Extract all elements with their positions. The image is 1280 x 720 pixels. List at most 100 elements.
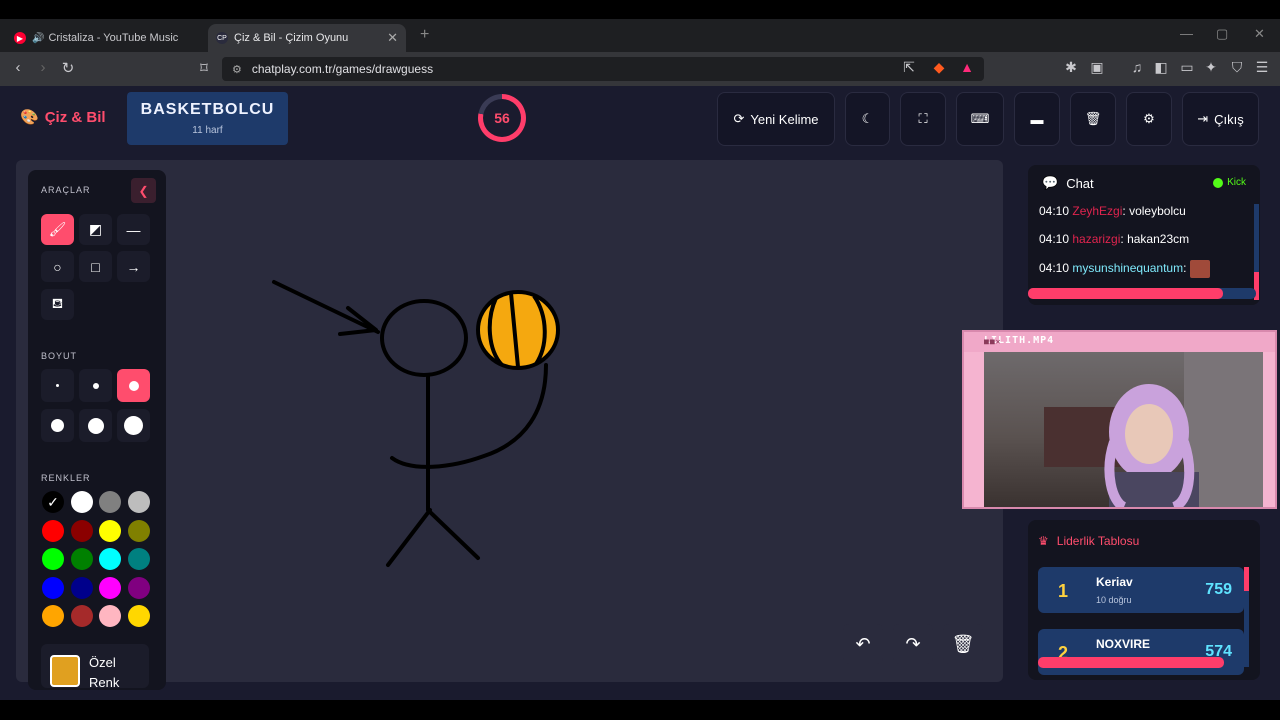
undo-icon: ↶ [855,633,871,654]
message-time: 04:10 [1039,232,1070,246]
custom-color-label: Özel Renk [89,655,120,690]
drawing-canvas[interactable] [166,160,1002,682]
exit-icon: ⇥ [1197,111,1209,126]
current-word: BASKETBOLCU [140,101,275,118]
leo-icon[interactable]: ✦ [1202,59,1220,76]
color-swatch[interactable] [42,576,64,599]
extensions-icon[interactable]: ✱ [1062,59,1080,76]
custom-color-picker[interactable]: Özel Renk [41,644,149,690]
vpn-icon[interactable]: ⛉ [1228,59,1246,76]
size-dot [124,416,143,435]
app-logo[interactable]: 🎨 Çiz & Bil [20,108,106,127]
color-swatch[interactable]: ✓ [42,491,64,513]
color-swatch[interactable] [99,548,121,570]
drawn-basketball [476,290,560,370]
exit-button[interactable]: ⇥ Çıkış [1182,92,1259,146]
arrow-tool[interactable]: → [117,251,150,282]
minimize-icon[interactable]: — [1180,26,1193,41]
undo-button[interactable]: ↶ [843,624,883,664]
color-swatch[interactable] [99,576,121,599]
trash-icon: 🗑 [951,633,975,654]
color-swatch[interactable] [42,519,64,542]
trash-button[interactable]: 🗑 [1070,92,1116,146]
back-icon[interactable]: ‹ [8,59,28,76]
points: 759 [1205,581,1232,598]
size-option-2[interactable] [79,369,112,402]
close-tab-icon[interactable]: ✕ [387,30,398,46]
message-user: hazarizgi [1072,232,1121,246]
size-section-title: BOYUT [41,351,78,361]
leaderboard-row[interactable]: 1 Keriav 10 doğru 759 [1038,567,1244,613]
size-dot [128,380,139,391]
chat-message: 04:10 hazarizgi: hakan23cm [1039,232,1190,246]
new-word-button[interactable]: ⟳ Yeni Kelime [717,92,835,146]
screenshot-icon[interactable]: ▣ [1088,59,1106,76]
sidebar-icon[interactable]: ◧ [1152,59,1170,76]
url-bar[interactable]: ⚙ chatplay.com.tr/games/drawguess [222,57,984,81]
size-option-1[interactable] [41,369,74,402]
size-option-6[interactable] [117,409,150,442]
browser-tab-bar: ▶ 🔊 Cristaliza - YouTube Music CP Çiz & … [0,19,1280,52]
size-option-5[interactable] [79,409,112,442]
moon-icon: ☾ [861,111,874,126]
color-swatch[interactable] [42,548,64,570]
size-option-4[interactable] [41,409,74,442]
dark-mode-button[interactable]: ☾ [845,92,890,146]
timer-value: 56 [483,99,521,137]
color-swatch[interactable] [127,576,150,599]
color-swatch[interactable] [42,605,64,627]
bookmark-icon[interactable]: ⌑ [194,59,214,77]
line-tool[interactable]: — [117,214,150,245]
settings-button[interactable]: ⚙ [1126,92,1172,146]
chat-message: 04:10 ZeyhEzgi: voleybolcu [1039,204,1186,218]
new-tab-icon[interactable]: + [420,26,429,44]
fullscreen-button[interactable]: ⛶ [900,92,946,146]
color-swatch[interactable] [70,519,93,542]
color-swatch[interactable] [99,605,121,627]
archive-button[interactable]: ▬ [1014,92,1060,146]
share-icon[interactable]: ⇱ [900,59,918,76]
tab-youtube-music[interactable]: ▶ 🔊 Cristaliza - YouTube Music [6,24,206,52]
collapse-panel-button[interactable]: ❮ [131,178,156,203]
color-swatch[interactable] [99,519,121,542]
arrow-right-icon: → [126,258,141,275]
color-swatch[interactable] [127,605,150,627]
color-swatch[interactable] [99,491,121,513]
color-swatch[interactable] [127,548,150,570]
music-icon[interactable]: ♫ [1128,59,1146,75]
color-swatch[interactable] [70,491,93,513]
rectangle-tool[interactable]: □ [79,251,112,282]
redo-icon: ↷ [905,633,921,654]
redo-button[interactable]: ↷ [893,624,933,664]
brave-shield-icon[interactable]: ◆ [930,59,948,76]
eraser-tool[interactable]: ◩ [79,214,112,245]
keyboard-button[interactable]: ⌨ [956,92,1004,146]
leaderboard-progress-fill [1038,657,1224,668]
color-swatch[interactable] [127,519,150,542]
circle-tool[interactable]: ○ [41,251,74,282]
drawn-legs [386,508,480,567]
color-swatch[interactable] [70,576,93,599]
brush-tool[interactable]: 🖌 [41,214,74,245]
wallet-icon[interactable]: ▭ [1178,59,1196,76]
crown-icon: ♛ [1038,534,1049,548]
close-window-icon[interactable]: ✕ [1254,26,1265,42]
tab-label: Cristaliza - YouTube Music [48,32,179,44]
site-settings-icon[interactable]: ⚙ [232,63,242,76]
maximize-icon[interactable]: ▢ [1216,26,1228,42]
leaderboard-row[interactable]: 2 NOXVIRE 574 [1038,629,1244,675]
brave-rewards-icon[interactable]: ▲ [958,59,976,75]
tab-ciz-bil[interactable]: CP Çiz & Bil - Çizim Oyunu ✕ [208,24,406,52]
reload-icon[interactable]: ↻ [58,59,78,77]
size-option-3[interactable] [117,369,150,402]
color-swatch[interactable] [70,605,93,627]
custom-color-chip[interactable] [50,655,80,687]
leaderboard-scrollbar-thumb[interactable] [1244,567,1249,591]
fill-tool[interactable]: ⛾ [41,289,74,320]
webcam-overlay[interactable]: LILITH.MP4 ■■✕ [962,330,1277,509]
color-swatch[interactable] [70,548,93,570]
forward-icon[interactable]: › [33,59,53,76]
clear-canvas-button[interactable]: 🗑 [943,624,983,664]
menu-icon[interactable]: ☰ [1253,59,1271,76]
color-swatch[interactable] [127,491,150,513]
